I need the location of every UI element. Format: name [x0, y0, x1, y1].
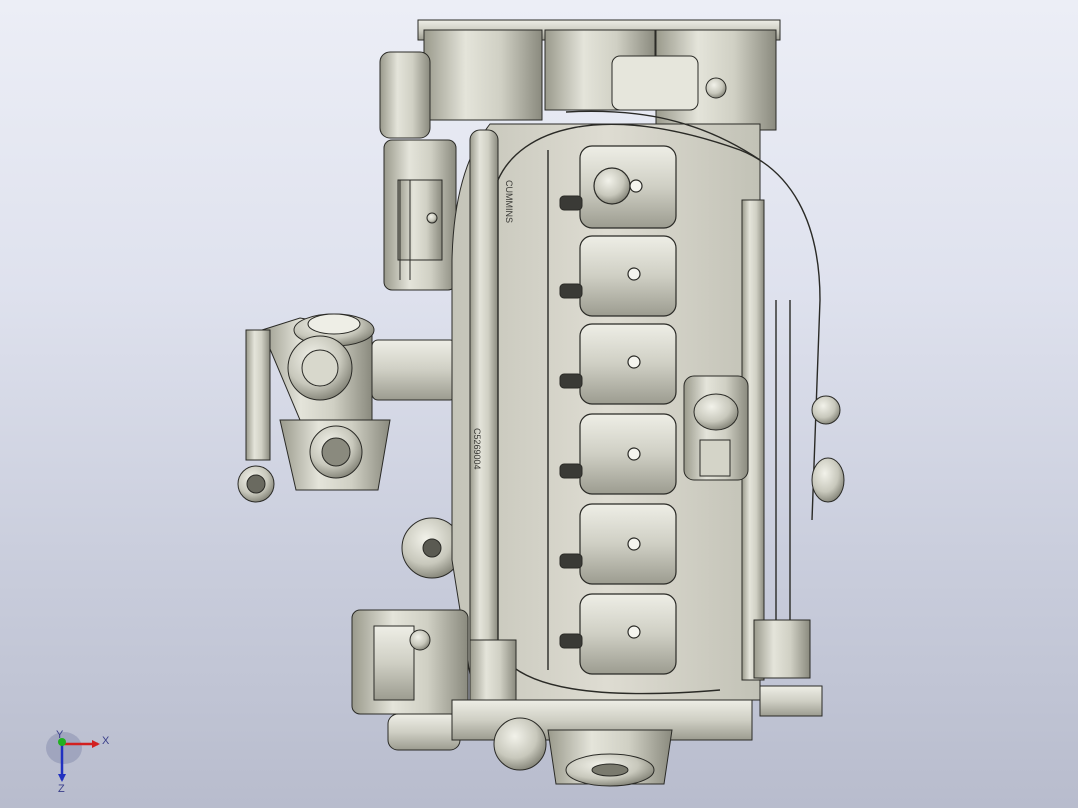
engine-model[interactable]: CUMMINS C5269004 [0, 0, 1078, 808]
x-axis-label: X [102, 735, 110, 747]
cad-graphics-viewport[interactable]: CUMMINS C5269004 X Y Z [0, 0, 1078, 808]
casting-text-partnumber: C5269004 [472, 428, 482, 470]
thermostat-housing [683, 375, 749, 481]
y-axis-label: Y [56, 729, 64, 741]
casting-text-cummins: CUMMINS [504, 180, 514, 223]
z-axis-arrowhead [58, 774, 66, 782]
flywheel-housing [379, 19, 781, 139]
starter-motor [383, 139, 457, 291]
front-accessories [753, 395, 845, 717]
turbocharger [237, 313, 457, 503]
coordinate-triad: X Y Z [46, 729, 110, 795]
x-axis-arrowhead [92, 740, 100, 748]
z-axis-label: Z [58, 783, 65, 795]
